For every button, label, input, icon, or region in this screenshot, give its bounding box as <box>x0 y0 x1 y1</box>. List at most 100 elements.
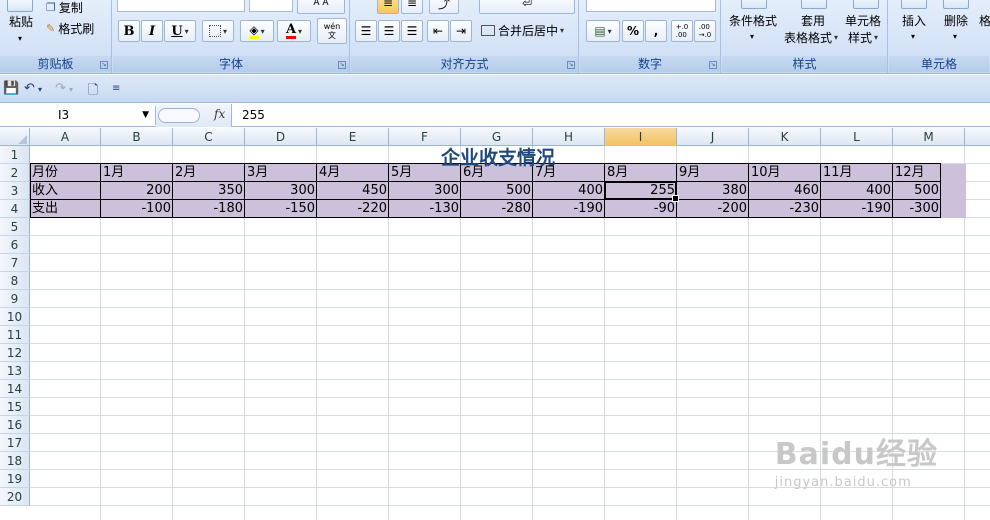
row-header-5[interactable]: 5 <box>0 218 30 236</box>
undo-icon[interactable]: ↶ <box>24 81 35 97</box>
expense-cell[interactable]: -200 <box>677 200 749 218</box>
column-header-a[interactable]: A <box>30 128 101 146</box>
column-header-d[interactable]: D <box>245 128 317 146</box>
decrease-indent-button[interactable]: ⇤ <box>427 20 449 42</box>
orientation-button[interactable]: ⤴ <box>429 0 459 14</box>
row-header-6[interactable]: 6 <box>0 236 30 254</box>
row-header-12[interactable]: 12 <box>0 344 30 362</box>
column-header-j[interactable]: J <box>677 128 749 146</box>
income-cell[interactable]: 500 <box>893 182 941 200</box>
underline-button[interactable]: U ▾ <box>164 20 196 42</box>
chevron-down-icon[interactable]: ▼ <box>142 106 149 125</box>
merge-center-button[interactable]: 合并后居中 ▾ <box>481 21 577 39</box>
income-cell[interactable]: 400 <box>533 182 605 200</box>
table-format-button[interactable]: 套用 <box>788 12 838 28</box>
sheet-title[interactable]: 企业收支情况 <box>30 146 966 169</box>
redo-dropdown-icon[interactable]: ▾ <box>69 85 73 101</box>
row-header-1[interactable]: 1 <box>0 146 30 164</box>
row-header-9[interactable]: 9 <box>0 290 30 308</box>
header-cell[interactable]: 月份 <box>30 164 101 182</box>
column-header-f[interactable]: F <box>389 128 461 146</box>
row-header-20[interactable]: 20 <box>0 488 30 506</box>
row-header-4[interactable]: 4 <box>0 200 30 218</box>
font-color-button[interactable]: A ▾ <box>277 20 311 42</box>
fill-color-button[interactable]: ◈ ▾ <box>240 20 274 42</box>
column-header-e[interactable]: E <box>317 128 389 146</box>
row-header-14[interactable]: 14 <box>0 380 30 398</box>
comma-button[interactable]: , <box>645 20 667 42</box>
undo-dropdown-icon[interactable]: ▾ <box>38 85 42 101</box>
redo-icon[interactable]: ↷ <box>55 81 66 97</box>
income-cell[interactable]: 450 <box>317 182 389 200</box>
expense-cell[interactable]: -130 <box>389 200 461 218</box>
row-header-17[interactable]: 17 <box>0 434 30 452</box>
align-middle-button[interactable]: ≡ <box>401 0 423 14</box>
expense-cell[interactable]: -90 <box>605 200 677 218</box>
expense-cell[interactable]: -100 <box>101 200 173 218</box>
expense-cell[interactable]: -280 <box>461 200 533 218</box>
row-header-13[interactable]: 13 <box>0 362 30 380</box>
row-label-income[interactable]: 收入 <box>30 182 101 200</box>
income-cell[interactable]: 300 <box>389 182 461 200</box>
insert-function-icon[interactable]: fx <box>214 107 225 121</box>
row-header-8[interactable]: 8 <box>0 272 30 290</box>
income-cell[interactable]: 300 <box>245 182 317 200</box>
income-cell[interactable]: 460 <box>749 182 821 200</box>
accounting-format-button[interactable]: ▤ ▾ <box>586 20 620 42</box>
number-format-combo[interactable] <box>586 0 716 12</box>
column-header-b[interactable]: B <box>101 128 173 146</box>
header-cell[interactable]: 9月 <box>677 164 749 182</box>
expense-cell[interactable]: -150 <box>245 200 317 218</box>
income-cell[interactable]: 500 <box>461 182 533 200</box>
copy-button[interactable]: ❐ 复制 <box>46 0 96 15</box>
customize-qat-icon[interactable]: ≡ <box>112 83 120 99</box>
percent-button[interactable]: % <box>622 20 644 42</box>
number-launcher-icon[interactable]: ↘ <box>709 61 717 69</box>
expense-cell[interactable]: -190 <box>533 200 605 218</box>
header-cell[interactable]: 4月 <box>317 164 389 182</box>
new-document-icon[interactable]: 🗋 <box>88 81 98 98</box>
expense-cell[interactable]: -190 <box>821 200 893 218</box>
insert-button[interactable]: 插入 <box>895 12 933 28</box>
column-header-c[interactable]: C <box>173 128 245 146</box>
row-header-3[interactable]: 3 <box>0 182 30 200</box>
formula-input[interactable]: 255 <box>242 106 265 125</box>
header-cell[interactable]: 1月 <box>101 164 173 182</box>
row-label-expense[interactable]: 支出 <box>30 200 101 218</box>
format-button[interactable]: 格 <box>979 12 990 28</box>
align-right-button[interactable]: ☰ <box>401 20 423 42</box>
income-cell[interactable]: 400 <box>821 182 893 200</box>
income-cell[interactable]: 380 <box>677 182 749 200</box>
header-cell[interactable]: 10月 <box>749 164 821 182</box>
row-header-2[interactable]: 2 <box>0 164 30 182</box>
formula-cancel-enter-area[interactable] <box>158 108 200 123</box>
cell-styles-button[interactable]: 单元格 <box>840 12 886 28</box>
header-cell[interactable]: 5月 <box>389 164 461 182</box>
expense-cell[interactable]: -300 <box>893 200 941 218</box>
increase-decimal-button[interactable]: +.0 .00 <box>671 20 693 42</box>
header-cell[interactable]: 12月 <box>893 164 941 182</box>
header-cell[interactable]: 6月 <box>461 164 533 182</box>
expense-cell[interactable]: -230 <box>749 200 821 218</box>
select-all-button[interactable] <box>0 128 30 146</box>
paste-button[interactable]: 粘贴 <box>4 12 38 30</box>
italic-button[interactable]: I <box>141 20 163 42</box>
header-cell[interactable]: 7月 <box>533 164 605 182</box>
borders-button[interactable]: ▾ <box>202 20 234 42</box>
wrap-text-button[interactable]: ⏎ <box>479 0 575 14</box>
conditional-format-button[interactable]: 条件格式 <box>724 12 782 28</box>
decrease-decimal-button[interactable]: .00 →.0 <box>694 20 716 42</box>
income-cell[interactable]: 255 <box>605 182 677 200</box>
format-painter-button[interactable]: ✎ 格式刷 <box>46 20 108 36</box>
bold-button[interactable]: B <box>118 20 140 42</box>
column-header-k[interactable]: K <box>749 128 821 146</box>
column-header-h[interactable]: H <box>533 128 605 146</box>
row-header-16[interactable]: 16 <box>0 416 30 434</box>
align-left-button[interactable]: ☰ <box>355 20 377 42</box>
delete-button[interactable]: 删除 <box>937 12 975 28</box>
align-top-button[interactable]: ≡ <box>377 0 399 14</box>
row-header-11[interactable]: 11 <box>0 326 30 344</box>
row-header-18[interactable]: 18 <box>0 452 30 470</box>
column-header-l[interactable]: L <box>821 128 893 146</box>
expense-cell[interactable]: -180 <box>173 200 245 218</box>
